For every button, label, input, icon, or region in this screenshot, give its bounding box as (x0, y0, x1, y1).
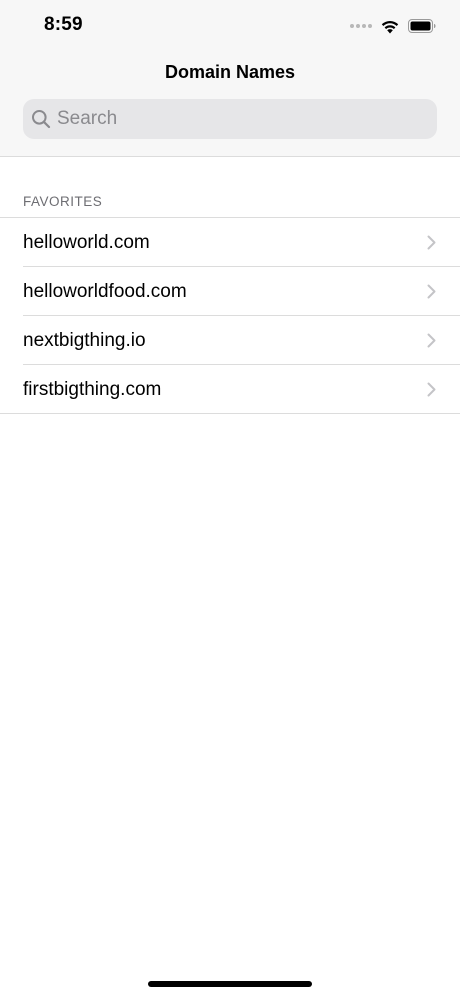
list-item-label: helloworld.com (23, 231, 150, 253)
cellular-dots-icon (350, 23, 372, 29)
list-item[interactable]: nextbigthing.io (0, 316, 460, 365)
section-header-favorites: FAVORITES (23, 194, 103, 209)
wifi-icon (381, 20, 399, 34)
search-bar[interactable] (23, 99, 437, 139)
chevron-right-icon (427, 284, 436, 299)
battery-icon (408, 19, 436, 33)
list-item-label: nextbigthing.io (23, 329, 146, 351)
status-time: 8:59 (44, 14, 83, 35)
chevron-right-icon (427, 333, 436, 348)
screen: 8:59 Domain Names Search FAVORITES hello… (0, 0, 460, 996)
navigation-header: 8:59 Domain Names (0, 0, 460, 157)
list-item-label: helloworldfood.com (23, 280, 187, 302)
home-indicator[interactable] (148, 981, 312, 987)
list-item-label: firstbigthing.com (23, 378, 162, 400)
page-title: Domain Names (164, 62, 296, 82)
status-bar: 8:59 (0, 0, 460, 50)
favorites-list: helloworld.com helloworldfood.com nextbi… (0, 217, 460, 414)
chevron-right-icon (427, 235, 436, 250)
list-item[interactable]: firstbigthing.com (0, 365, 460, 414)
status-icons (350, 16, 436, 36)
magnifying-glass-icon (32, 110, 51, 129)
chevron-right-icon (427, 382, 436, 397)
search-input[interactable] (57, 108, 417, 130)
list-item[interactable]: helloworld.com (0, 218, 460, 267)
list-item[interactable]: helloworldfood.com (0, 267, 460, 316)
